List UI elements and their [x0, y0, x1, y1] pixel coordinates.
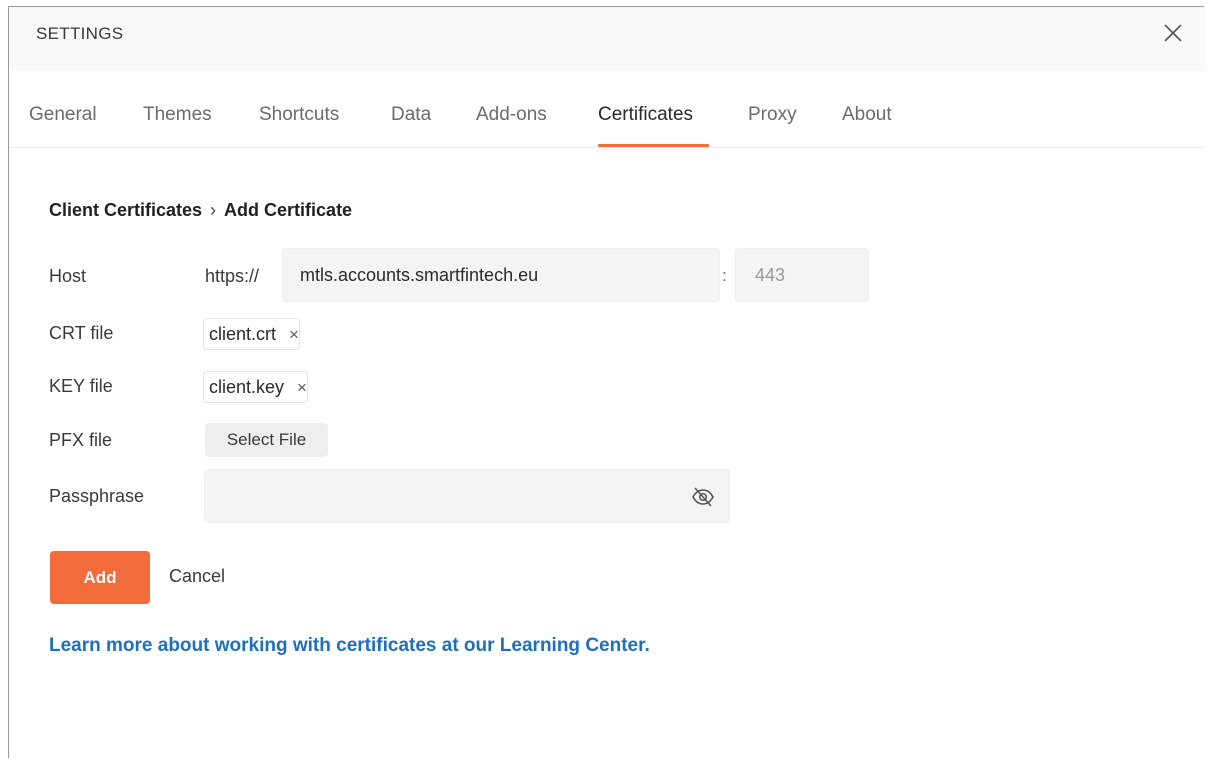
tab-themes[interactable]: Themes	[143, 104, 212, 126]
passphrase-label: Passphrase	[49, 486, 145, 506]
tab-shortcuts[interactable]: Shortcuts	[259, 104, 339, 126]
learning-center-link[interactable]: Learn more about working with certificat…	[49, 635, 650, 657]
host-prefix: https://	[205, 266, 260, 286]
active-tab-indicator	[598, 144, 709, 147]
crt-file-chip: client.crt ×	[203, 318, 300, 350]
crt-label: CRT file	[49, 323, 114, 343]
breadcrumb: Client Certificates › Add Certificate	[49, 200, 352, 221]
crt-file-name: client.crt	[209, 324, 277, 344]
eye-off-icon[interactable]	[691, 486, 715, 508]
passphrase-input[interactable]	[204, 469, 730, 523]
breadcrumb-current: Add Certificate	[224, 200, 353, 220]
settings-window: SETTINGS General Themes Shortcuts Data A…	[8, 6, 1205, 759]
breadcrumb-parent[interactable]: Client Certificates	[49, 200, 202, 220]
key-file-name: client.key	[209, 377, 285, 397]
select-file-button[interactable]: Select File	[205, 423, 328, 457]
tab-about[interactable]: About	[842, 104, 892, 126]
settings-header: SETTINGS	[9, 7, 1205, 71]
tab-proxy[interactable]: Proxy	[748, 104, 797, 126]
key-label: KEY file	[49, 376, 113, 396]
port-input[interactable]: 443	[735, 248, 869, 302]
settings-title: SETTINGS	[36, 24, 124, 43]
host-label: Host	[49, 266, 87, 286]
breadcrumb-separator: ›	[210, 200, 217, 220]
key-file-chip: client.key ×	[203, 371, 308, 403]
tab-add-ons[interactable]: Add-ons	[476, 104, 547, 126]
cancel-button[interactable]: Cancel	[169, 566, 225, 587]
remove-key-icon[interactable]: ×	[297, 373, 307, 403]
tab-data[interactable]: Data	[391, 104, 431, 126]
add-button[interactable]: Add	[50, 551, 150, 604]
certificate-form: Client Certificates › Add Certificate Host…	[9, 148, 1205, 759]
host-input[interactable]: mtls.accounts.smartfintech.eu	[282, 248, 720, 302]
close-icon[interactable]	[1162, 22, 1184, 44]
port-separator: :	[722, 266, 727, 285]
tab-general[interactable]: General	[29, 104, 97, 126]
settings-tabs: General Themes Shortcuts Data Add-ons Ce…	[9, 71, 1205, 148]
tab-certificates[interactable]: Certificates	[598, 104, 693, 126]
pfx-label: PFX file	[49, 430, 113, 450]
remove-crt-icon[interactable]: ×	[289, 320, 299, 350]
